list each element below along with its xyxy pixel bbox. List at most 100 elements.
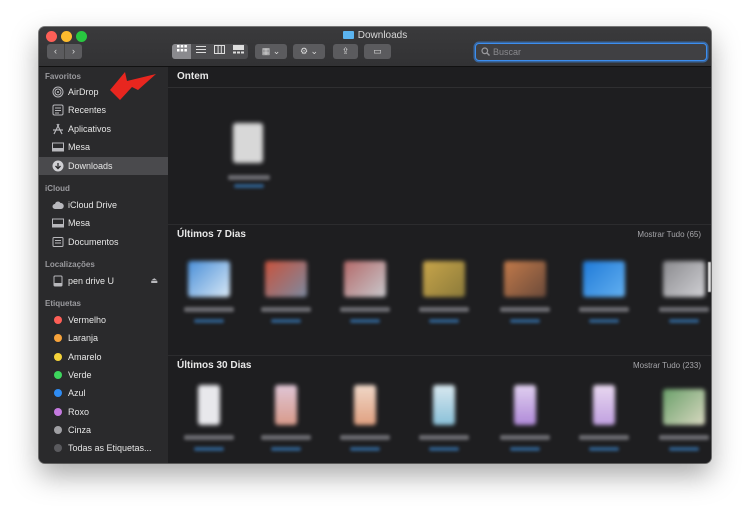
recents-icon	[52, 104, 64, 116]
tag-color-dot-icon	[54, 425, 62, 434]
group-by-button[interactable]: ▦ ⌄	[255, 44, 287, 59]
file-sublabel-blurred	[510, 447, 540, 451]
sidebar-item-label: Laranja	[68, 333, 99, 344]
file-thumbnail[interactable]	[265, 261, 307, 297]
sidebar-item-label: AirDrop	[68, 87, 99, 97]
sidebar-item-tag[interactable]: Todas as Etiquetas...	[39, 439, 168, 457]
section-header-ultimos-30-dias: Últimos 30 Dias Mostrar Tudo (233)	[168, 356, 711, 376]
sidebar-item-label: Cinza	[68, 424, 92, 435]
action-menu-button[interactable]: ⚙ ⌄	[293, 44, 325, 59]
annotation-arrow-icon	[110, 72, 156, 100]
file-thumbnail[interactable]	[275, 385, 297, 425]
file-label-blurred	[419, 435, 469, 440]
file-thumbnail[interactable]	[593, 385, 615, 425]
sidebar-item-icloud-mesa[interactable]: Mesa	[39, 214, 168, 232]
folder-icon	[342, 31, 354, 39]
file-thumbnail[interactable]	[504, 261, 546, 297]
downloads-icon	[52, 160, 64, 172]
file-label-blurred	[184, 307, 234, 312]
file-thumbnail[interactable]	[354, 385, 376, 425]
gallery-icon	[233, 45, 244, 54]
scroll-edge	[708, 262, 711, 292]
sidebar-item-tag[interactable]: Cinza	[39, 421, 168, 439]
file-label-blurred	[500, 307, 550, 312]
tag-color-dot-icon	[54, 352, 62, 361]
sidebar-item-label: Downloads	[68, 161, 113, 171]
sidebar-header-favoritos: Favoritos	[45, 72, 82, 81]
sidebar-item-downloads[interactable]: Downloads	[39, 157, 168, 175]
title-bar: Downloads ‹ › ▦ ⌄ ⚙ ⌄ ⇪ ▭ Buscar	[39, 27, 711, 67]
file-sublabel-blurred	[271, 319, 301, 323]
sidebar-item-tag[interactable]: Amarelo	[39, 348, 168, 366]
file-thumbnail[interactable]	[663, 261, 705, 297]
file-thumbnail[interactable]	[344, 261, 386, 297]
columns-icon	[214, 45, 225, 54]
sidebar-item-label: Mesa	[68, 218, 91, 228]
window-title-text: Downloads	[357, 30, 408, 41]
column-view-button[interactable]	[210, 44, 229, 59]
tag-color-dot-icon	[54, 444, 62, 453]
tag-color-dot-icon	[54, 316, 62, 324]
tag-color-dot-icon	[54, 370, 62, 379]
share-icon: ⇪	[341, 46, 350, 56]
sidebar-item-documentos[interactable]: Documentos	[39, 233, 168, 251]
chevron-right-icon: ›	[72, 46, 75, 56]
sidebar-header-etiquetas: Etiquetas	[45, 299, 82, 308]
sidebar: Favoritos AirDrop Recentes Aplicativos M…	[39, 67, 168, 463]
sidebar-item-label: Recentes	[68, 105, 107, 115]
file-thumbnail[interactable]	[198, 385, 220, 425]
section-header-ontem: Ontem	[168, 67, 711, 88]
edit-tags-button[interactable]: ▭	[364, 44, 391, 59]
file-sublabel-blurred	[194, 319, 224, 323]
file-thumbnail[interactable]	[583, 261, 625, 297]
sidebar-item-tag[interactable]: Roxo	[39, 403, 168, 421]
tag-color-dot-icon	[54, 407, 62, 416]
documents-icon	[52, 236, 64, 248]
sidebar-item-pen-drive[interactable]: pen drive U ⏏	[39, 272, 168, 290]
group-grid-icon: ▦ ⌄	[261, 46, 281, 56]
sidebar-item-label: Verde	[68, 369, 92, 380]
sidebar-item-label: Mesa	[68, 142, 91, 152]
sidebar-item-mesa[interactable]: Mesa	[39, 138, 168, 156]
search-field[interactable]: Buscar	[475, 43, 707, 61]
file-label-blurred	[261, 435, 311, 440]
sidebar-item-label: Vermelho	[68, 315, 107, 325]
sidebar-item-recentes[interactable]: Recentes	[39, 101, 168, 119]
tag-color-dot-icon	[54, 334, 62, 343]
sidebar-item-tag[interactable]: Verde	[39, 366, 168, 384]
sidebar-header-icloud: iCloud	[45, 184, 70, 193]
file-label-blurred	[228, 175, 270, 180]
sidebar-item-icloud-drive[interactable]: iCloud Drive	[39, 196, 168, 214]
file-thumbnail[interactable]	[423, 261, 465, 297]
file-thumbnail[interactable]	[663, 389, 705, 425]
tag-color-dot-icon	[54, 389, 62, 398]
file-sublabel-blurred	[510, 319, 540, 323]
list-view-button[interactable]	[191, 44, 210, 59]
file-thumbnail[interactable]	[188, 261, 230, 297]
show-all-link[interactable]: Mostrar Tudo (65)	[637, 230, 701, 239]
file-label-blurred	[184, 435, 234, 440]
sidebar-item-tag[interactable]: Vermelho	[39, 311, 168, 329]
file-sublabel-blurred	[429, 447, 459, 451]
airdrop-icon	[52, 86, 64, 98]
back-button[interactable]: ‹	[47, 44, 64, 59]
gallery-view-button[interactable]	[229, 44, 248, 59]
sidebar-item-aplicativos[interactable]: Aplicativos	[39, 120, 168, 138]
share-button[interactable]: ⇪	[333, 44, 358, 59]
icon-view-button[interactable]	[172, 44, 191, 59]
forward-button[interactable]: ›	[64, 44, 82, 59]
sidebar-item-label: iCloud Drive	[68, 200, 118, 210]
show-all-link[interactable]: Mostrar Tudo (233)	[633, 361, 701, 370]
file-sublabel-blurred	[350, 447, 380, 451]
file-browser-content: Ontem Últimos 7 Dias Mostrar Tudo (65) Ú…	[168, 67, 711, 463]
file-label-blurred	[340, 307, 390, 312]
sidebar-item-label: Documentos	[68, 237, 119, 247]
eject-icon[interactable]: ⏏	[150, 272, 158, 290]
sidebar-item-tag[interactable]: Laranja	[39, 329, 168, 347]
file-thumbnail[interactable]	[514, 385, 536, 425]
file-thumbnail[interactable]	[433, 385, 455, 425]
file-label-blurred	[340, 435, 390, 440]
file-sublabel-blurred	[669, 319, 699, 323]
file-thumbnail[interactable]	[233, 123, 263, 163]
sidebar-item-tag[interactable]: Azul	[39, 384, 168, 402]
